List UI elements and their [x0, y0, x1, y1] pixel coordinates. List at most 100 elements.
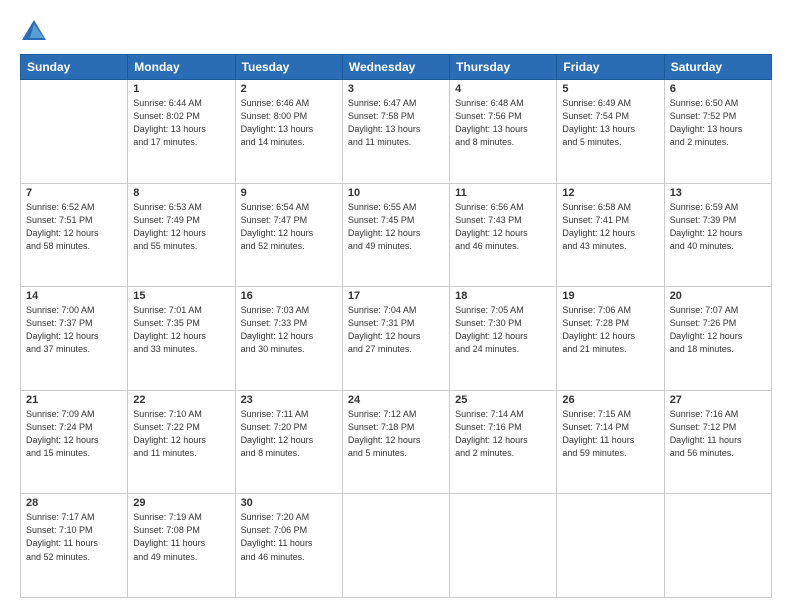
calendar-cell [342, 494, 449, 598]
day-info: Sunrise: 7:12 AMSunset: 7:18 PMDaylight:… [348, 408, 444, 460]
calendar-week-row: 1 Sunrise: 6:44 AMSunset: 8:02 PMDaylight… [21, 80, 772, 184]
calendar-cell: 26 Sunrise: 7:15 AMSunset: 7:14 PMDayligh… [557, 390, 664, 494]
day-info: Sunrise: 6:58 AMSunset: 7:41 PMDaylight:… [562, 201, 658, 253]
logo [20, 18, 50, 46]
calendar-cell: 21 Sunrise: 7:09 AMSunset: 7:24 PMDayligh… [21, 390, 128, 494]
calendar-cell: 6Sunrise: 6:50 AMSunset: 7:52 PMDaylight… [664, 80, 771, 184]
calendar-cell: 10 Sunrise: 6:55 AMSunset: 7:45 PMDayligh… [342, 183, 449, 287]
calendar-cell: 18 Sunrise: 7:05 AMSunset: 7:30 PMDayligh… [450, 287, 557, 391]
day-info: Sunrise: 7:09 AMSunset: 7:24 PMDaylight:… [26, 408, 122, 460]
day-info: Sunrise: 6:47 AMSunset: 7:58 PMDaylight:… [348, 97, 444, 149]
calendar-cell: 30 Sunrise: 7:20 AMSunset: 7:06 PMDayligh… [235, 494, 342, 598]
day-info: Sunrise: 7:01 AMSunset: 7:35 PMDaylight:… [133, 304, 229, 356]
day-info: Sunrise: 6:44 AMSunset: 8:02 PMDaylight:… [133, 97, 229, 149]
calendar-header-wednesday: Wednesday [342, 55, 449, 80]
day-number: 15 [133, 290, 229, 302]
calendar-cell: 9 Sunrise: 6:54 AMSunset: 7:47 PMDaylight… [235, 183, 342, 287]
day-info: Sunrise: 6:54 AMSunset: 7:47 PMDaylight:… [241, 201, 337, 253]
day-info: Sunrise: 6:55 AMSunset: 7:45 PMDaylight:… [348, 201, 444, 253]
calendar-header-monday: Monday [128, 55, 235, 80]
calendar-cell: 24 Sunrise: 7:12 AMSunset: 7:18 PMDayligh… [342, 390, 449, 494]
day-number: 14 [26, 290, 122, 302]
day-info: Sunrise: 7:19 AMSunset: 7:08 PMDaylight:… [133, 511, 229, 563]
day-info: Sunrise: 7:17 AMSunset: 7:10 PMDaylight:… [26, 511, 122, 563]
day-number: 1 [133, 83, 229, 95]
calendar-cell [557, 494, 664, 598]
day-number: 21 [26, 394, 122, 406]
calendar-cell: 27 Sunrise: 7:16 AMSunset: 7:12 PMDayligh… [664, 390, 771, 494]
calendar-cell: 17Sunrise: 7:04 AMSunset: 7:31 PMDayligh… [342, 287, 449, 391]
day-number: 6 [670, 83, 766, 95]
calendar-week-row: 7 Sunrise: 6:52 AMSunset: 7:51 PMDaylight… [21, 183, 772, 287]
day-number: 5 [562, 83, 658, 95]
calendar-cell: 14 Sunrise: 7:00 AMSunset: 7:37 PMDayligh… [21, 287, 128, 391]
day-info: Sunrise: 7:05 AMSunset: 7:30 PMDaylight:… [455, 304, 551, 356]
day-number: 10 [348, 187, 444, 199]
day-number: 4 [455, 83, 551, 95]
calendar-cell: 29 Sunrise: 7:19 AMSunset: 7:08 PMDayligh… [128, 494, 235, 598]
day-info: Sunrise: 7:07 AMSunset: 7:26 PMDaylight:… [670, 304, 766, 356]
day-info: Sunrise: 7:15 AMSunset: 7:14 PMDaylight:… [562, 408, 658, 460]
calendar-cell: 12 Sunrise: 6:58 AMSunset: 7:41 PMDayligh… [557, 183, 664, 287]
day-number: 8 [133, 187, 229, 199]
day-number: 26 [562, 394, 658, 406]
calendar-header-thursday: Thursday [450, 55, 557, 80]
day-number: 16 [241, 290, 337, 302]
day-number: 24 [348, 394, 444, 406]
day-number: 12 [562, 187, 658, 199]
calendar-cell: 1 Sunrise: 6:44 AMSunset: 8:02 PMDaylight… [128, 80, 235, 184]
calendar-cell: 28 Sunrise: 7:17 AMSunset: 7:10 PMDayligh… [21, 494, 128, 598]
day-number: 7 [26, 187, 122, 199]
header [20, 18, 772, 46]
calendar-cell: 11Sunrise: 6:56 AMSunset: 7:43 PMDayligh… [450, 183, 557, 287]
day-number: 19 [562, 290, 658, 302]
day-info: Sunrise: 6:56 AMSunset: 7:43 PMDaylight:… [455, 201, 551, 253]
day-number: 13 [670, 187, 766, 199]
day-info: Sunrise: 7:20 AMSunset: 7:06 PMDaylight:… [241, 511, 337, 563]
calendar-cell: 16 Sunrise: 7:03 AMSunset: 7:33 PMDayligh… [235, 287, 342, 391]
day-number: 29 [133, 497, 229, 509]
calendar-cell [21, 80, 128, 184]
calendar-cell [450, 494, 557, 598]
calendar-cell: 20 Sunrise: 7:07 AMSunset: 7:26 PMDayligh… [664, 287, 771, 391]
calendar-cell: 2Sunrise: 6:46 AMSunset: 8:00 PMDaylight… [235, 80, 342, 184]
calendar-cell: 23 Sunrise: 7:11 AMSunset: 7:20 PMDayligh… [235, 390, 342, 494]
calendar-cell: 22 Sunrise: 7:10 AMSunset: 7:22 PMDayligh… [128, 390, 235, 494]
calendar-week-row: 28 Sunrise: 7:17 AMSunset: 7:10 PMDayligh… [21, 494, 772, 598]
calendar-header-sunday: Sunday [21, 55, 128, 80]
calendar-cell: 19Sunrise: 7:06 AMSunset: 7:28 PMDayligh… [557, 287, 664, 391]
day-number: 22 [133, 394, 229, 406]
day-number: 30 [241, 497, 337, 509]
day-number: 9 [241, 187, 337, 199]
day-info: Sunrise: 6:52 AMSunset: 7:51 PMDaylight:… [26, 201, 122, 253]
day-info: Sunrise: 6:49 AMSunset: 7:54 PMDaylight:… [562, 97, 658, 149]
day-info: Sunrise: 7:10 AMSunset: 7:22 PMDaylight:… [133, 408, 229, 460]
day-info: Sunrise: 6:59 AMSunset: 7:39 PMDaylight:… [670, 201, 766, 253]
day-number: 18 [455, 290, 551, 302]
day-number: 27 [670, 394, 766, 406]
day-info: Sunrise: 7:04 AMSunset: 7:31 PMDaylight:… [348, 304, 444, 356]
calendar-header-saturday: Saturday [664, 55, 771, 80]
calendar-week-row: 14 Sunrise: 7:00 AMSunset: 7:37 PMDayligh… [21, 287, 772, 391]
calendar-cell: 13 Sunrise: 6:59 AMSunset: 7:39 PMDayligh… [664, 183, 771, 287]
calendar-week-row: 21 Sunrise: 7:09 AMSunset: 7:24 PMDayligh… [21, 390, 772, 494]
day-info: Sunrise: 7:03 AMSunset: 7:33 PMDaylight:… [241, 304, 337, 356]
calendar-header-row: SundayMondayTuesdayWednesdayThursdayFrid… [21, 55, 772, 80]
calendar-cell: 4Sunrise: 6:48 AMSunset: 7:56 PMDaylight… [450, 80, 557, 184]
day-number: 25 [455, 394, 551, 406]
day-number: 28 [26, 497, 122, 509]
day-number: 2 [241, 83, 337, 95]
day-info: Sunrise: 7:00 AMSunset: 7:37 PMDaylight:… [26, 304, 122, 356]
calendar-cell [664, 494, 771, 598]
calendar-cell: 15 Sunrise: 7:01 AMSunset: 7:35 PMDayligh… [128, 287, 235, 391]
calendar-cell: 8Sunrise: 6:53 AMSunset: 7:49 PMDaylight… [128, 183, 235, 287]
page: SundayMondayTuesdayWednesdayThursdayFrid… [0, 0, 792, 612]
calendar-cell: 25Sunrise: 7:14 AMSunset: 7:16 PMDayligh… [450, 390, 557, 494]
day-info: Sunrise: 7:16 AMSunset: 7:12 PMDaylight:… [670, 408, 766, 460]
day-number: 20 [670, 290, 766, 302]
day-number: 23 [241, 394, 337, 406]
calendar-header-tuesday: Tuesday [235, 55, 342, 80]
day-info: Sunrise: 7:11 AMSunset: 7:20 PMDaylight:… [241, 408, 337, 460]
logo-icon [20, 18, 48, 46]
calendar-cell: 3Sunrise: 6:47 AMSunset: 7:58 PMDaylight… [342, 80, 449, 184]
